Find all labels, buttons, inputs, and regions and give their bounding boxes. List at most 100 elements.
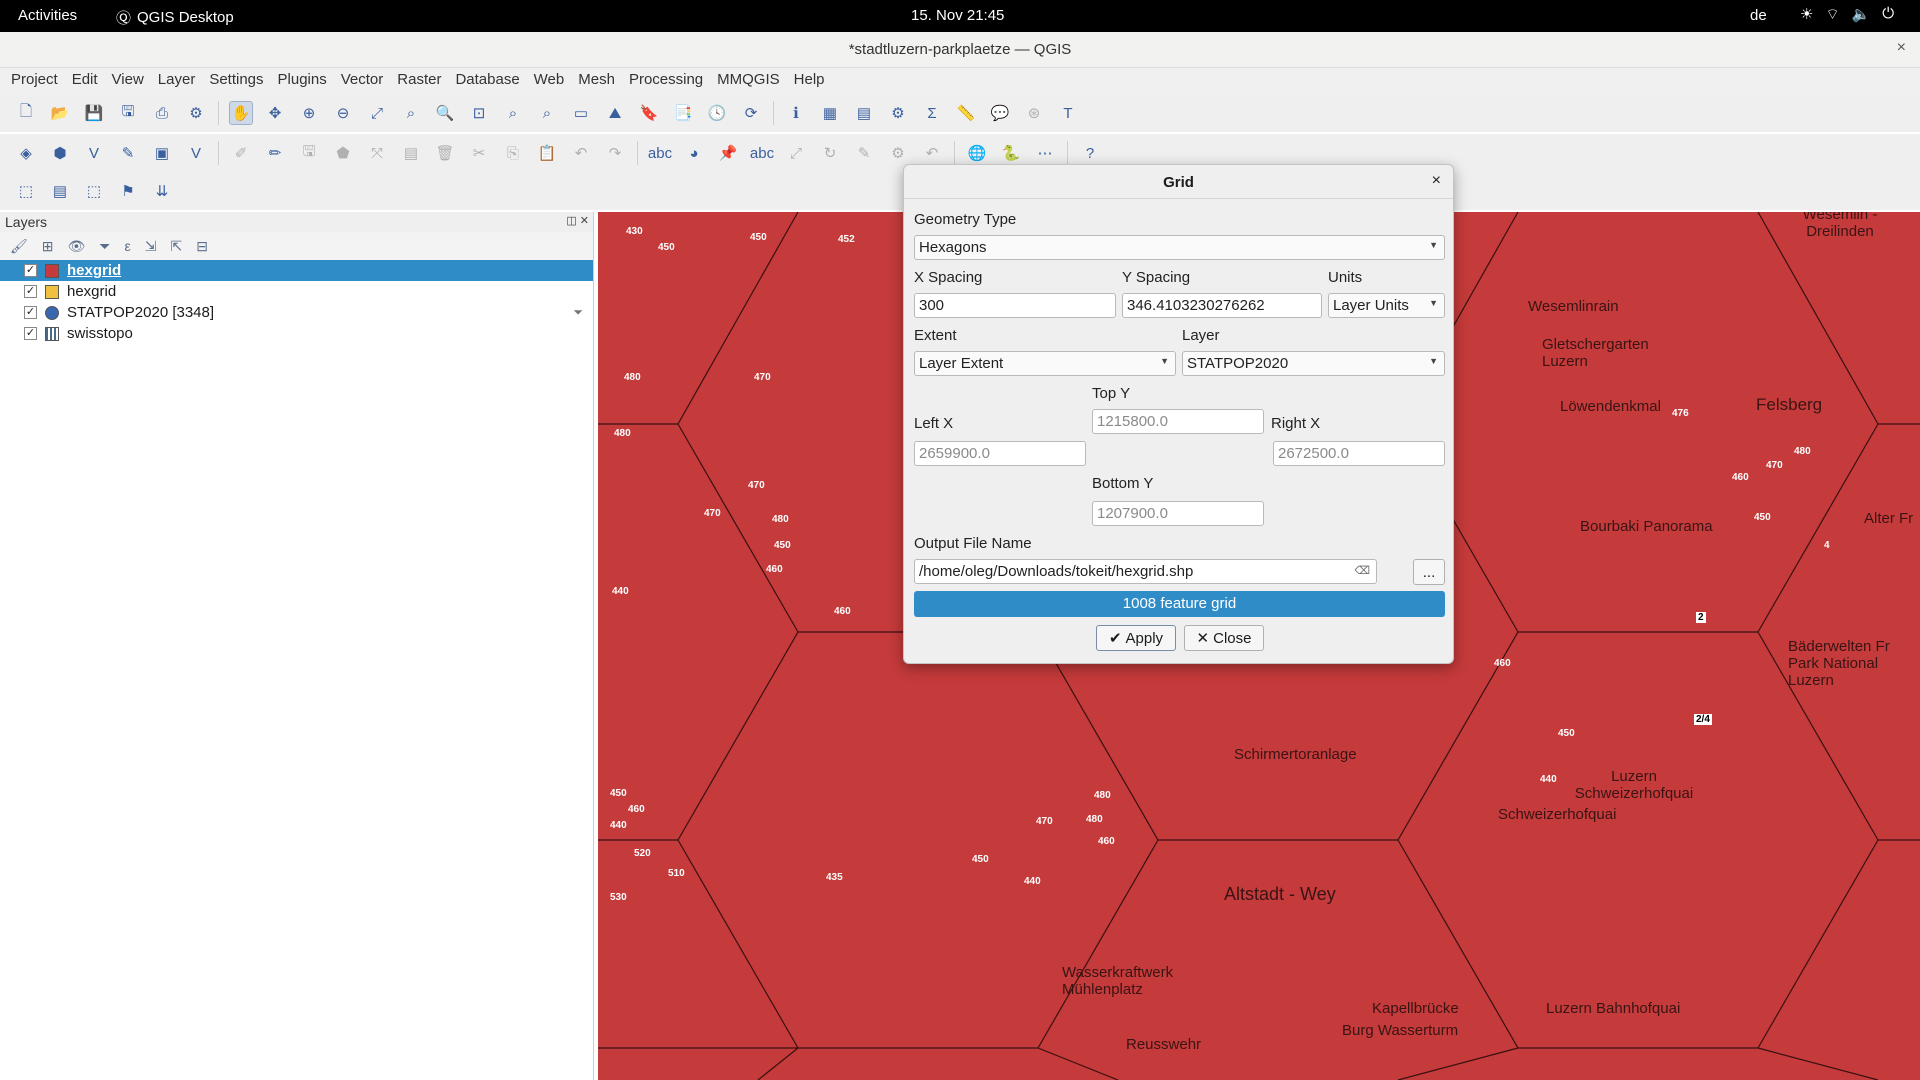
select-features-icon[interactable]: ⬚ xyxy=(14,179,38,203)
text-annotation-icon[interactable]: T xyxy=(1056,101,1080,125)
filter-indicator-icon[interactable]: ⏷ xyxy=(573,305,583,320)
layer-checkbox[interactable]: ✓ xyxy=(24,327,37,340)
toggle-editing-icon[interactable]: ✏ xyxy=(263,141,287,165)
visibility-icon[interactable]: 👁 xyxy=(68,238,86,255)
menu-database[interactable]: Database xyxy=(448,68,526,94)
plugin-network-icon[interactable]: 🌐 xyxy=(965,141,989,165)
style-manager-icon[interactable]: ⚙ xyxy=(184,101,208,125)
expand-icon[interactable]: ⇲ xyxy=(145,238,157,255)
style-icon[interactable]: 🖌 xyxy=(10,238,28,255)
clear-icon[interactable]: ⌫ xyxy=(1354,564,1370,577)
pan-to-selection-icon[interactable]: ✥ xyxy=(263,101,287,125)
output-file-field[interactable]: /home/oleg/Downloads/tokeit/hexgrid.shp ⌫ xyxy=(914,559,1377,584)
y-spacing-field[interactable]: 346.4103230276262 xyxy=(1122,293,1322,318)
label-undo-icon[interactable]: ↶ xyxy=(920,141,944,165)
system-tray[interactable]: ☀ ⌔ 🔈 ⏻ xyxy=(1800,5,1894,24)
menu-plugins[interactable]: Plugins xyxy=(271,68,334,94)
vertex-tool-icon[interactable]: ⤧ xyxy=(365,141,389,165)
menu-web[interactable]: Web xyxy=(527,68,572,94)
show-labels-icon[interactable]: abc xyxy=(750,141,774,165)
temp-layer-icon[interactable]: ▣ xyxy=(150,141,174,165)
data-source-manager-icon[interactable]: ◈ xyxy=(14,141,38,165)
add-group-icon[interactable]: ⊞ xyxy=(42,238,54,255)
add-feature-icon[interactable]: ⬟ xyxy=(331,141,355,165)
layer-select[interactable]: STATPOP2020 ▼ xyxy=(1182,351,1445,376)
paste-icon[interactable]: 📋 xyxy=(535,141,559,165)
x-spacing-field[interactable]: 300 xyxy=(914,293,1116,318)
filter-expression-icon[interactable]: ε xyxy=(125,238,131,254)
remove-layer-icon[interactable]: ⊟ xyxy=(196,238,208,255)
save-as-icon[interactable]: 🖫 xyxy=(116,101,140,125)
refresh-icon[interactable]: ⟳ xyxy=(739,101,763,125)
identify-icon[interactable]: ℹ xyxy=(784,101,808,125)
add-vector-icon[interactable]: V xyxy=(82,141,106,165)
layer-item-statpop2020[interactable]: ✓ STATPOP2020 [3348] ⏷ xyxy=(0,302,593,323)
bookmark-icon[interactable]: 🔖 xyxy=(637,101,661,125)
left-x-field[interactable]: 2659900.0 xyxy=(914,441,1086,466)
right-x-field[interactable]: 2672500.0 xyxy=(1273,441,1445,466)
menu-view[interactable]: View xyxy=(105,68,151,94)
geometry-type-select[interactable]: Hexagons ▼ xyxy=(914,235,1445,260)
apply-button[interactable]: ✔ Apply xyxy=(1096,625,1176,651)
help-icon[interactable]: ? xyxy=(1078,141,1102,165)
close-button[interactable]: ✕ Close xyxy=(1184,625,1264,651)
layer-item-hexgrid-selected[interactable]: ✓ hexgrid xyxy=(0,260,593,281)
menu-settings[interactable]: Settings xyxy=(202,68,270,94)
top-y-field[interactable]: 1215800.0 xyxy=(1092,409,1264,434)
window-close-button[interactable]: × xyxy=(1897,39,1906,57)
menu-raster[interactable]: Raster xyxy=(390,68,448,94)
save-edits-icon[interactable]: 🖫 xyxy=(297,141,321,165)
change-label-icon[interactable]: ✎ xyxy=(852,141,876,165)
temporal-icon[interactable]: 🕓 xyxy=(705,101,729,125)
measure-icon[interactable]: 📏 xyxy=(954,101,978,125)
virtual-layer-icon[interactable]: V xyxy=(184,141,208,165)
filter-icon[interactable]: ⏷ xyxy=(99,238,110,255)
print-layout-icon[interactable]: ⎙ xyxy=(150,101,174,125)
new-project-icon[interactable]: 🗋 xyxy=(14,101,38,125)
select-by-value-icon[interactable]: ▤ xyxy=(48,179,72,203)
modify-attributes-icon[interactable]: ▤ xyxy=(399,141,423,165)
show-bookmarks-icon[interactable]: 📑 xyxy=(671,101,695,125)
menu-mesh[interactable]: Mesh xyxy=(571,68,622,94)
label-props-icon[interactable]: ⚙ xyxy=(886,141,910,165)
more-icon[interactable]: ⋯ xyxy=(1033,141,1057,165)
new-geopackage-icon[interactable]: ⬢ xyxy=(48,141,72,165)
select-location-flag-icon[interactable]: ⚑ xyxy=(116,179,140,203)
zoom-full-icon[interactable]: ⤢ xyxy=(365,101,389,125)
menu-vector[interactable]: Vector xyxy=(334,68,391,94)
copy-icon[interactable]: ⎘ xyxy=(501,141,525,165)
panel-dock-buttons[interactable]: ◫ ✕ xyxy=(566,214,589,227)
app-menu[interactable]: Ⓠ QGIS Desktop xyxy=(116,7,234,28)
layer-item-hexgrid[interactable]: ✓ hexgrid xyxy=(0,281,593,302)
new-map-view-icon[interactable]: ▭ xyxy=(569,101,593,125)
dialog-close-icon[interactable]: × xyxy=(1432,172,1441,190)
activities-button[interactable]: Activities xyxy=(18,7,77,24)
save-project-icon[interactable]: 💾 xyxy=(82,101,106,125)
edits-icon[interactable]: ✐ xyxy=(229,141,253,165)
menu-project[interactable]: Project xyxy=(4,68,65,94)
menu-mmqgis[interactable]: MMQGIS xyxy=(710,68,787,94)
clock[interactable]: 15. Nov 21:45 xyxy=(911,7,1004,24)
keyboard-layout[interactable]: de xyxy=(1750,7,1767,24)
deselect-icon[interactable]: ⬚ xyxy=(82,179,106,203)
label-icon[interactable]: abc xyxy=(648,141,672,165)
undo-icon[interactable]: ↶ xyxy=(569,141,593,165)
processing-toolbox-icon[interactable]: ⚙ xyxy=(886,101,910,125)
redo-icon[interactable]: ↷ xyxy=(603,141,627,165)
layer-checkbox[interactable]: ✓ xyxy=(24,306,37,319)
bottom-y-field[interactable]: 1207900.0 xyxy=(1092,501,1264,526)
python-console-icon[interactable]: 🐍 xyxy=(999,141,1023,165)
menu-help[interactable]: Help xyxy=(787,68,832,94)
pin-labels-icon[interactable]: 📌 xyxy=(716,141,740,165)
zoom-selection-icon[interactable]: ⌕ xyxy=(399,101,423,125)
rotate-label-icon[interactable]: ↻ xyxy=(818,141,842,165)
cut-icon[interactable]: ✂ xyxy=(467,141,491,165)
menu-processing[interactable]: Processing xyxy=(622,68,710,94)
menu-edit[interactable]: Edit xyxy=(65,68,105,94)
delete-icon[interactable]: 🗑 xyxy=(433,141,457,165)
collapse-icon[interactable]: ⇱ xyxy=(170,238,182,255)
zoom-native-icon[interactable]: ⊡ xyxy=(467,101,491,125)
zoom-last-icon[interactable]: ⌕ xyxy=(501,101,525,125)
statistics-icon[interactable]: Σ xyxy=(920,101,944,125)
diagram-icon[interactable]: ◕ xyxy=(682,141,706,165)
